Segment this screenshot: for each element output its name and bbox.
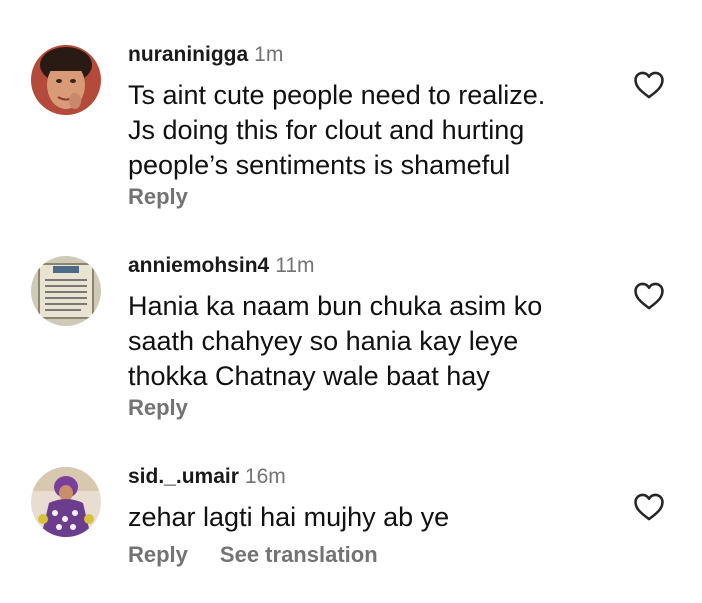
username[interactable]: sid._.umair: [128, 465, 239, 488]
reply-button[interactable]: Reply: [128, 542, 188, 567]
comment-meta: sid._.umair 16m: [128, 464, 286, 490]
timestamp: 16m: [244, 465, 286, 488]
see-translation-button[interactable]: See translation: [220, 542, 378, 567]
avatar[interactable]: [31, 467, 101, 537]
comment-actions: Reply See translation: [128, 541, 378, 569]
heart-outline-icon[interactable]: [632, 490, 666, 524]
comment-line: zehar lagti hai mujhy ab ye: [128, 502, 450, 532]
comment-item: sid._.umair 16m zehar lagti hai mujhy ab …: [0, 0, 702, 603]
comment-text: zehar lagti hai mujhy ab ye: [128, 500, 598, 535]
